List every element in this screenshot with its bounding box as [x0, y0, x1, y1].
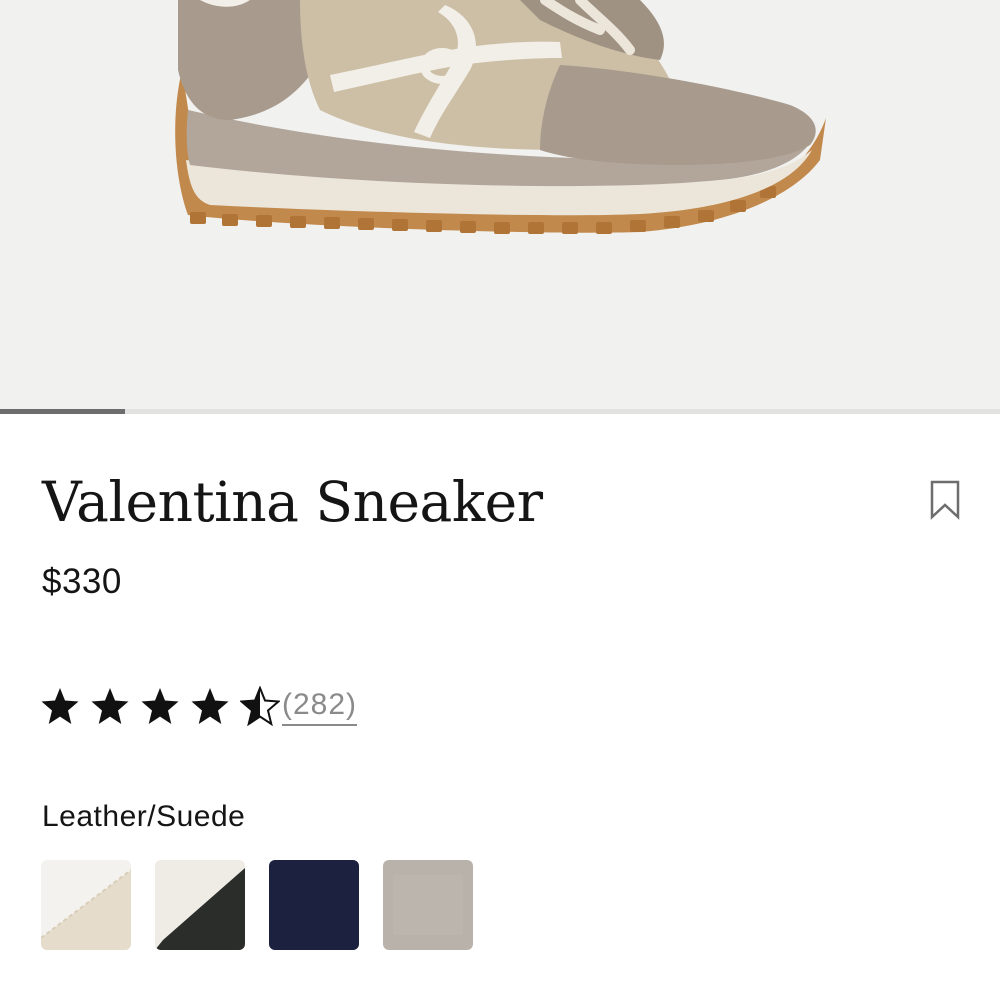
product-photo [175, 0, 827, 234]
rating-summary[interactable]: (282) [40, 682, 358, 730]
star-icon [91, 688, 129, 724]
product-image[interactable] [0, 0, 1000, 414]
product-price: $330 [42, 562, 122, 601]
swatch-white-black-image [155, 860, 245, 950]
product-title: Valentina Sneaker [42, 470, 543, 534]
review-count-link[interactable]: (282) [282, 687, 358, 726]
color-swatches [41, 860, 497, 950]
star-icon [41, 688, 79, 724]
carousel-progress-track [0, 409, 1000, 414]
swatch-taupe[interactable] [383, 860, 473, 950]
bookmark-icon [930, 480, 960, 520]
carousel-progress-bar [0, 409, 125, 414]
bookmark-button[interactable] [929, 480, 961, 520]
swatch-white-black[interactable] [155, 860, 245, 950]
swatch-taupe-image [383, 860, 473, 950]
swatch-white-cream-image [41, 860, 131, 950]
star-rating [40, 686, 280, 726]
swatch-navy[interactable] [269, 860, 359, 950]
material-label: Leather/Suede [42, 800, 246, 833]
half-star-icon [240, 686, 280, 726]
star-icon [191, 688, 229, 724]
swatch-white-cream[interactable] [41, 860, 131, 950]
star-icon [141, 688, 179, 724]
swatch-navy-image [269, 860, 359, 950]
